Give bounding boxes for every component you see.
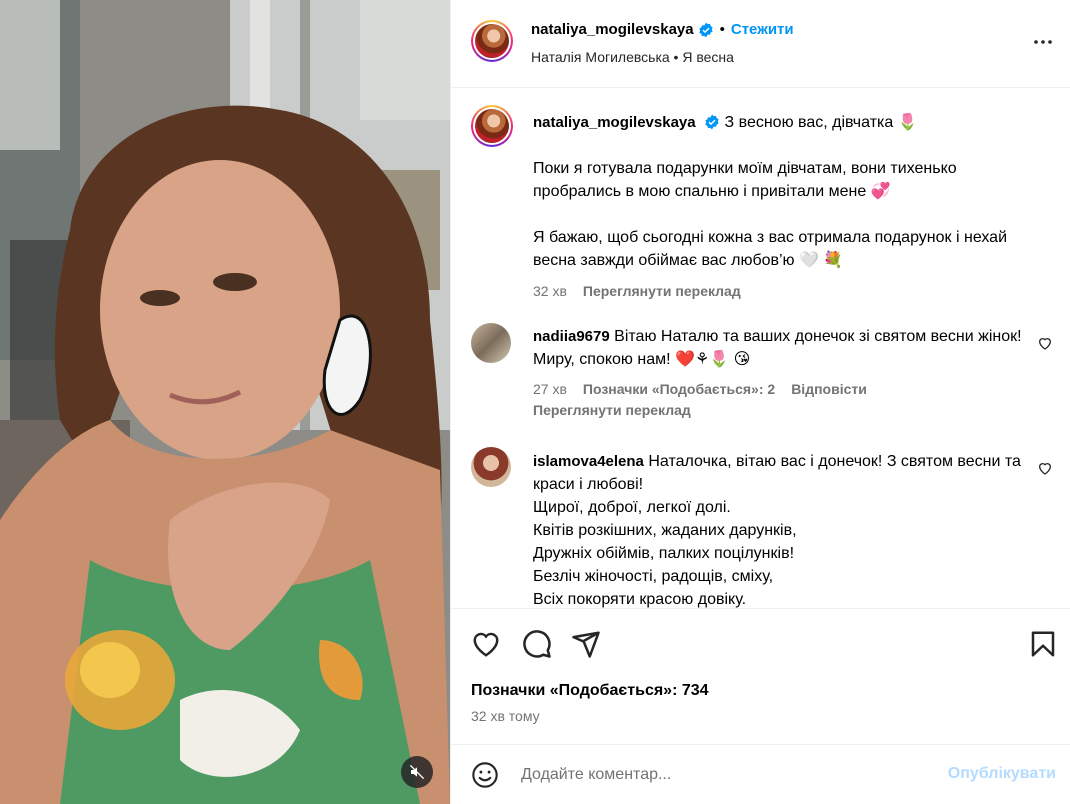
caption-time[interactable]: 32 хв xyxy=(533,280,567,303)
post-dialog: nataliya_mogilevskaya • Стежити Наталія … xyxy=(0,0,1070,804)
comment-text-line: Щирої, доброї, легкої долі. xyxy=(533,499,731,516)
caption-author-avatar[interactable] xyxy=(471,105,513,147)
comments-list[interactable]: nataliya_mogilevskaya З весною вас, дівч… xyxy=(451,89,1070,609)
caption-username[interactable]: nataliya_mogilevskaya xyxy=(533,114,696,131)
reply-button[interactable]: Відповісти xyxy=(791,381,867,397)
like-comment-heart-icon[interactable] xyxy=(1037,460,1053,476)
post-caption: nataliya_mogilevskaya З весною вас, дівч… xyxy=(533,111,1033,303)
caption-title: З весною вас, дівчатка 🌷 xyxy=(724,114,918,131)
comment-item: nadiia9679 Вітаю Наталю та ваших донечок… xyxy=(533,325,1033,371)
commenter-avatar[interactable] xyxy=(471,447,511,487)
verified-badge-icon xyxy=(698,22,713,37)
like-heart-icon[interactable] xyxy=(471,629,501,659)
comment-text-line: Безліч жіночості, радощів, сміху, xyxy=(533,568,774,585)
author-username[interactable]: nataliya_mogilevskaya xyxy=(531,21,694,38)
author-avatar[interactable] xyxy=(471,20,513,62)
comment-bubble-icon[interactable] xyxy=(522,629,552,659)
like-comment-heart-icon[interactable] xyxy=(1037,335,1053,351)
verified-badge-icon xyxy=(705,114,719,130)
comment-text-line: Квітів розкішних, жаданих дарунків, xyxy=(533,522,797,539)
follow-button[interactable]: Стежити xyxy=(731,21,794,38)
emoji-smiley-icon[interactable] xyxy=(471,761,499,789)
comment-composer: Опублікувати xyxy=(451,744,1070,804)
caption-paragraph: Я бажаю, щоб сьогодні кожна з вас отрима… xyxy=(533,229,1008,269)
comment-item: islamova4elena Наталочка, вітаю вас і до… xyxy=(533,450,1033,608)
comment-meta: 27 хв Позначки «Подобається»: 2 Відповіс… xyxy=(533,381,867,397)
caption-translate-link[interactable]: Переглянути переклад xyxy=(583,280,741,303)
more-options-icon[interactable] xyxy=(1031,30,1055,54)
save-bookmark-icon[interactable] xyxy=(1028,629,1058,659)
comment-input[interactable] xyxy=(521,763,921,787)
post-sidebar: nataliya_mogilevskaya • Стежити Наталія … xyxy=(450,0,1070,804)
caption-paragraph: Поки я готувала подарунки моїм дівчатам,… xyxy=(533,160,957,200)
comment-username[interactable]: islamova4elena xyxy=(533,453,644,470)
comment-translate-link[interactable]: Переглянути переклад xyxy=(533,402,691,418)
publish-button[interactable]: Опублікувати xyxy=(948,765,1056,783)
post-actions-bar xyxy=(451,619,1070,669)
comment-text-line: Дружніх обіймів, палких поцілунків! xyxy=(533,545,795,562)
post-subtitle[interactable]: Наталія Могилевська • Я весна xyxy=(531,49,734,65)
comment-likes-count[interactable]: Позначки «Подобається»: 2 xyxy=(583,381,775,397)
comment-time[interactable]: 27 хв xyxy=(533,381,567,397)
muted-speaker-icon xyxy=(409,764,425,780)
comment-username[interactable]: nadiia9679 xyxy=(533,328,610,345)
likes-count[interactable]: Позначки «Подобається»: 734 xyxy=(471,682,709,700)
post-timestamp[interactable]: 32 хв тому xyxy=(471,708,540,724)
post-header: nataliya_mogilevskaya • Стежити Наталія … xyxy=(451,0,1070,88)
separator-dot: • xyxy=(719,21,725,38)
mute-toggle-button[interactable] xyxy=(401,756,433,788)
comment-text-line: Всіх покоряти красою довіку. xyxy=(533,591,747,608)
share-paper-plane-icon[interactable] xyxy=(571,629,601,659)
commenter-avatar[interactable] xyxy=(471,323,511,363)
post-video[interactable] xyxy=(0,0,450,804)
video-frame xyxy=(0,0,450,804)
